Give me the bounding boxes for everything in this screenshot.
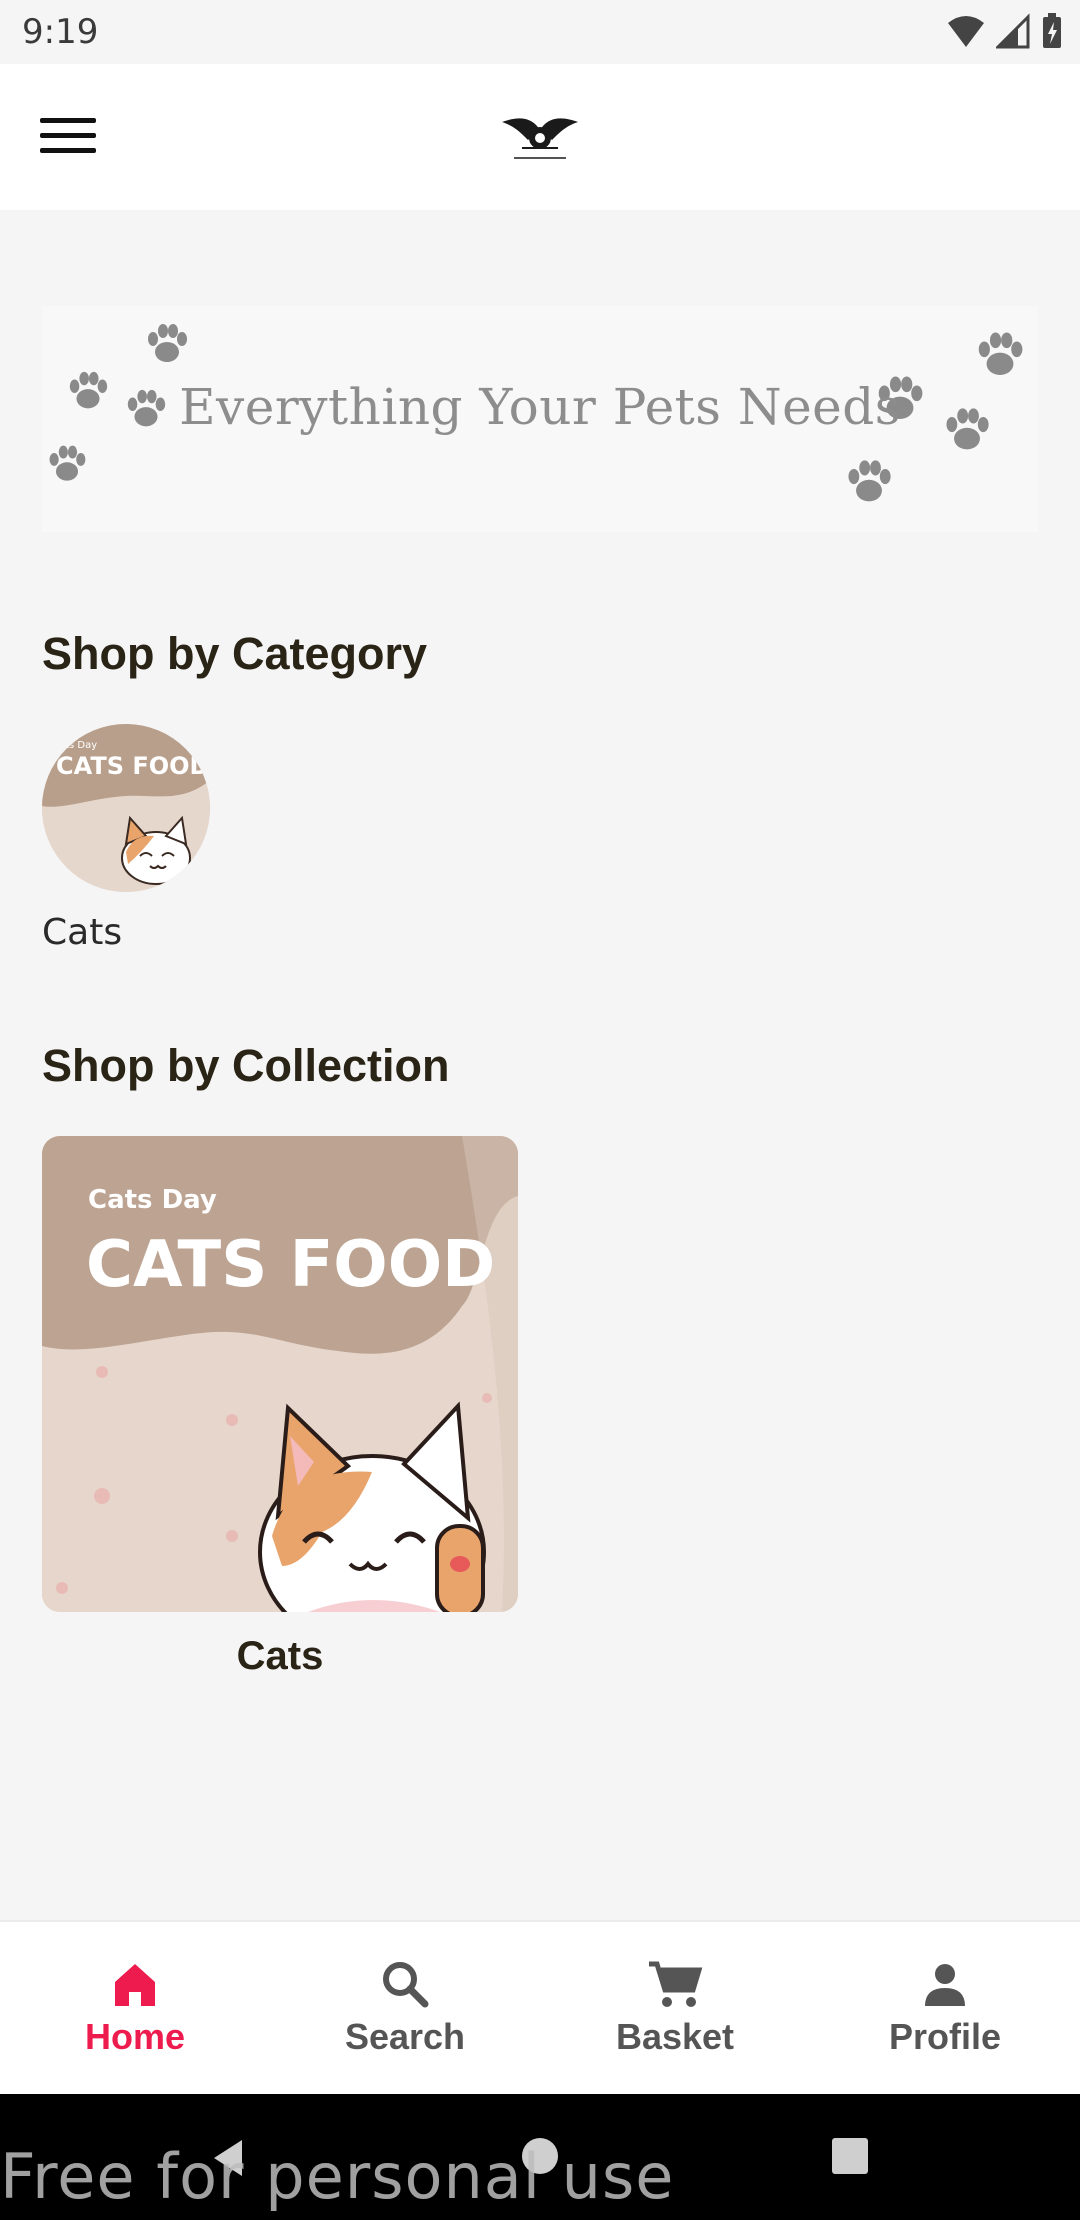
nav-item-search[interactable]: Search [270, 1922, 540, 2096]
banner-text: Everything Your Pets Needs [179, 378, 901, 436]
cart-icon [649, 1961, 703, 2007]
cat-food-image: Cats Day CATS FOOD [42, 724, 210, 892]
brand-logo[interactable] [500, 110, 580, 166]
collection-label: Cats [236, 1634, 324, 1678]
person-icon [925, 1964, 965, 2006]
status-icons [946, 12, 1064, 50]
promo-banner[interactable]: Everything Your Pets Needs [42, 306, 1038, 532]
status-time: 9:19 [22, 12, 99, 52]
nav-label-search: Search [344, 2016, 466, 2057]
home-content[interactable]: Everything Your Pets Needs Shop by Categ… [0, 210, 1080, 1920]
collection-image-title: CATS FOOD [86, 1228, 495, 1302]
category-section-title: Shop by Category [42, 628, 428, 679]
recents-icon[interactable] [830, 2136, 870, 2176]
home-icon [115, 1964, 155, 2006]
wifi-icon [948, 16, 984, 47]
watermark-text: Free for personal use [0, 2140, 675, 2213]
search-icon [383, 1962, 429, 2008]
category-image-small-text: Cats Day [52, 740, 97, 751]
category-image-title: CATS FOOD [56, 752, 209, 780]
cellular-signal-icon [996, 13, 1030, 49]
paw-print-icon [978, 332, 1023, 376]
paw-print-icon [148, 324, 187, 362]
cat-food-collection-image: Cats Day CATS FOOD [42, 1136, 518, 1612]
app-bar [0, 64, 1080, 210]
nav-item-basket[interactable]: Basket [540, 1922, 810, 2096]
collection-item-cats[interactable]: Cats Day CATS FOOD [42, 1136, 518, 1612]
collection-image-small-text: Cats Day [88, 1185, 217, 1215]
paw-print-icon [848, 460, 891, 502]
paw-print-icon [49, 445, 86, 481]
menu-icon [40, 118, 96, 123]
nav-label-home: Home [84, 2016, 186, 2057]
nav-item-home[interactable]: Home [0, 1922, 270, 2096]
category-item-cats[interactable]: Cats Day CATS FOOD [42, 724, 210, 892]
nav-label-basket: Basket [615, 2016, 735, 2057]
nav-label-profile: Profile [888, 2016, 1002, 2057]
collection-section-title: Shop by Collection [42, 1040, 450, 1091]
battery-charging-icon [1043, 13, 1061, 48]
category-label: Cats [42, 912, 123, 953]
nav-item-profile[interactable]: Profile [810, 1922, 1080, 2096]
bottom-navigation: Home Search Basket Profile [0, 1920, 1080, 2096]
status-bar: 9:19 [0, 0, 1080, 64]
menu-button[interactable] [40, 118, 96, 158]
